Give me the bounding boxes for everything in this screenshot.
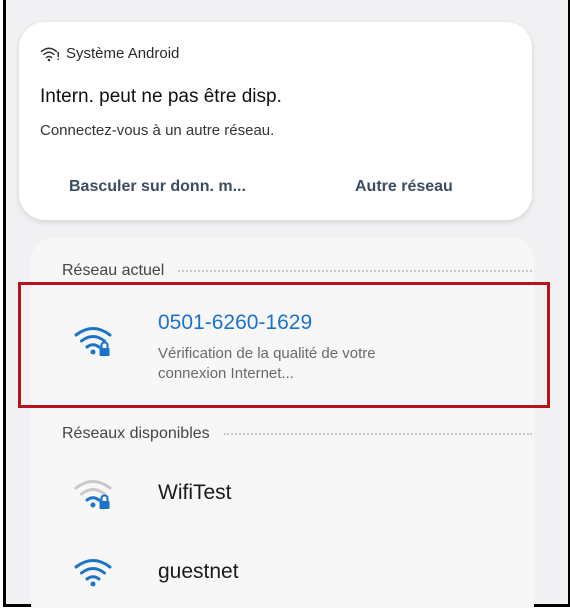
wifi-lock-icon	[74, 324, 114, 363]
section-header-available: Réseaux disponibles	[62, 425, 532, 443]
notification-app-name: Système Android	[66, 45, 180, 62]
section-divider	[178, 270, 532, 272]
wifi-lock-icon	[74, 477, 114, 516]
network-name-guestnet: guestnet	[158, 560, 239, 583]
section-header-current: Réseau actuel	[62, 262, 532, 280]
current-network-status-line-2: connexion Internet...	[158, 365, 294, 382]
wifi-icon	[74, 556, 114, 595]
notification-app-row: Système Android	[40, 45, 179, 62]
switch-to-mobile-data-button[interactable]: Basculer sur donn. m...	[69, 178, 246, 196]
section-label-available: Réseaux disponibles	[62, 425, 210, 442]
current-network-status-line-1: Vérification de la qualité de votre	[158, 345, 376, 362]
current-network-name: 0501-6260-1629	[158, 311, 313, 334]
notification-title: Intern. peut ne pas être disp.	[40, 86, 282, 107]
wifi-alert-icon	[40, 46, 60, 62]
network-name-wifitest: WifiTest	[158, 481, 232, 504]
notification-body: Connectez-vous à un autre réseau.	[40, 122, 275, 139]
other-network-button[interactable]: Autre réseau	[355, 178, 453, 196]
section-label-current: Réseau actuel	[62, 262, 165, 279]
section-divider	[223, 433, 532, 435]
